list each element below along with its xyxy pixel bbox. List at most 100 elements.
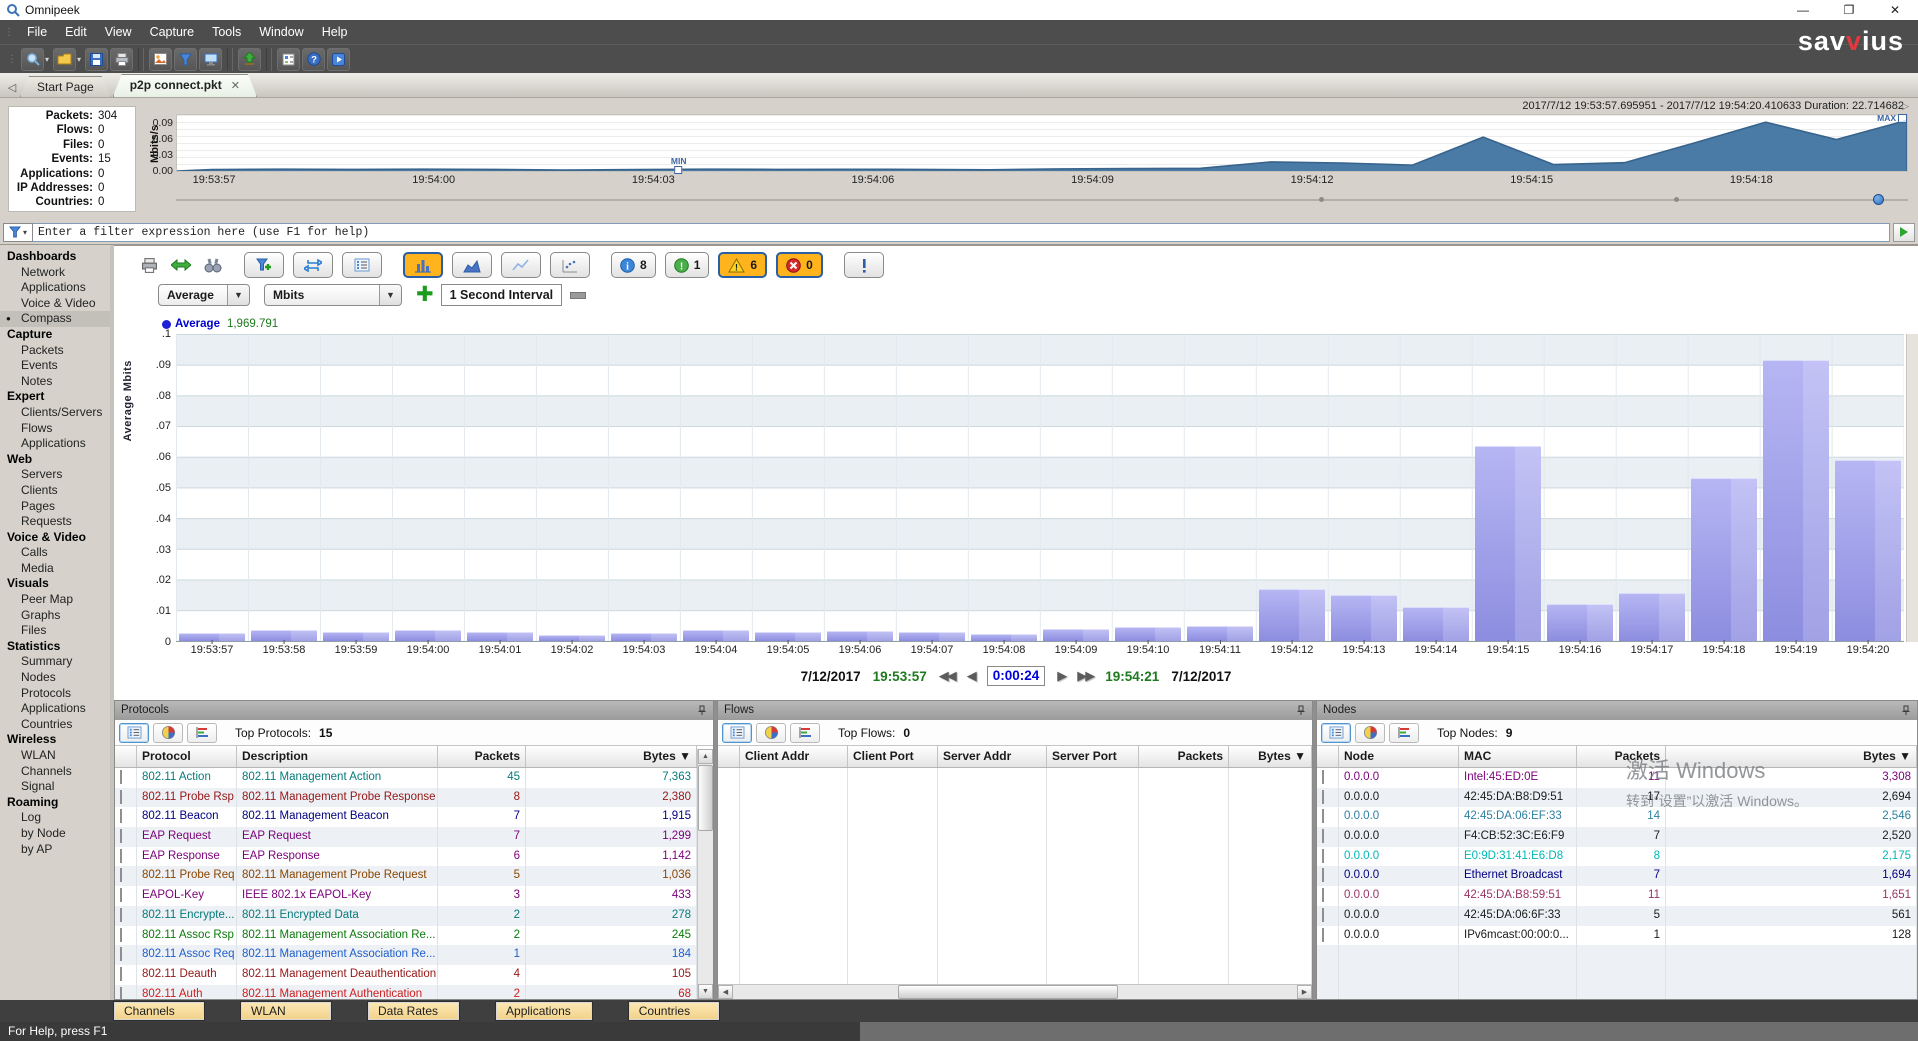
sidebar-item-clients-servers[interactable]: Clients/Servers bbox=[0, 405, 110, 421]
row-checkbox[interactable] bbox=[120, 947, 122, 961]
save-button[interactable] bbox=[85, 48, 108, 71]
view-list-button[interactable] bbox=[1321, 723, 1351, 743]
sidebar-item-by-node[interactable]: by Node bbox=[0, 826, 110, 842]
stats-button-applications[interactable]: Applications bbox=[496, 1002, 592, 1020]
units-select[interactable]: Mbits▼ bbox=[264, 284, 402, 306]
menu-help[interactable]: Help bbox=[313, 20, 357, 44]
column-header-mac[interactable]: MAC bbox=[1459, 746, 1577, 767]
sidebar-item-applications[interactable]: Applications bbox=[0, 280, 110, 296]
sidebar-item-network[interactable]: Network bbox=[0, 265, 110, 281]
launch-help-button[interactable] bbox=[327, 48, 350, 71]
row-checkbox[interactable] bbox=[120, 809, 122, 823]
table-row[interactable]: 0.0.0.0F4:CB:52:3C:E6:F972,520 bbox=[1317, 827, 1917, 847]
timeline-scrollbar[interactable] bbox=[176, 194, 1908, 206]
timeline-plot[interactable]: MIN MAX ▷ 0.090.060.030.00 bbox=[176, 114, 1908, 172]
zoom-in-button[interactable]: ✚ bbox=[416, 285, 434, 305]
pin-icon[interactable] bbox=[1901, 705, 1911, 716]
pin-icon[interactable] bbox=[1296, 705, 1306, 716]
table-row[interactable]: 0.0.0.042:45:DA:06:6F:335561 bbox=[1317, 906, 1917, 926]
monitor-button[interactable] bbox=[199, 48, 222, 71]
chart-bar[interactable] bbox=[1763, 360, 1829, 641]
scroll-left-icon[interactable]: ◀ bbox=[718, 985, 733, 999]
chart-bar[interactable] bbox=[1835, 460, 1901, 641]
start-page-button[interactable] bbox=[21, 48, 44, 71]
sidebar-item-nodes[interactable]: Nodes bbox=[0, 670, 110, 686]
horizontal-scrollbar[interactable]: ◀▶ bbox=[718, 984, 1312, 999]
capture-options-button[interactable] bbox=[149, 48, 172, 71]
row-checkbox[interactable] bbox=[120, 790, 122, 804]
stats-button-channels[interactable]: Channels bbox=[114, 1002, 204, 1020]
view-bar-button[interactable] bbox=[187, 723, 217, 743]
swap-direction-button[interactable] bbox=[293, 252, 333, 278]
view-pie-button[interactable] bbox=[756, 723, 786, 743]
filter-menu-button[interactable]: ▾ bbox=[3, 223, 33, 242]
sidebar-item-pages[interactable]: Pages bbox=[0, 499, 110, 515]
add-filter-button[interactable] bbox=[244, 252, 284, 278]
row-checkbox[interactable] bbox=[1322, 790, 1324, 804]
sidebar-item-applications[interactable]: Applications bbox=[0, 701, 110, 717]
table-row[interactable]: 0.0.0.0E0:9D:31:41:E6:D882,175 bbox=[1317, 847, 1917, 867]
scroll-thumb[interactable] bbox=[698, 765, 713, 831]
column-header-server-addr[interactable]: Server Addr bbox=[938, 746, 1047, 767]
row-checkbox[interactable] bbox=[120, 987, 122, 999]
sidebar-item-requests[interactable]: Requests bbox=[0, 514, 110, 530]
chart-bar[interactable] bbox=[1475, 446, 1541, 641]
print-button[interactable] bbox=[136, 253, 162, 277]
sidebar-item-countries[interactable]: Countries bbox=[0, 717, 110, 733]
filter-button[interactable] bbox=[174, 48, 197, 71]
view-bar-button[interactable] bbox=[1389, 723, 1419, 743]
stats-button-wlan[interactable]: WLAN bbox=[241, 1002, 331, 1020]
minor-events-button[interactable]: !1 bbox=[665, 252, 710, 278]
row-checkbox[interactable] bbox=[1322, 809, 1324, 823]
sidebar-item-media[interactable]: Media bbox=[0, 561, 110, 577]
menu-capture[interactable]: Capture bbox=[141, 20, 203, 44]
compass-vertical-scrollbar[interactable] bbox=[1906, 334, 1918, 642]
forward-packets-button[interactable] bbox=[168, 253, 194, 277]
sidebar-item-clients[interactable]: Clients bbox=[0, 483, 110, 499]
chart-bar[interactable] bbox=[1259, 589, 1325, 641]
menu-window[interactable]: Window bbox=[250, 20, 312, 44]
timeline-collapse-icon[interactable]: ▷ bbox=[1902, 101, 1909, 112]
row-checkbox[interactable] bbox=[1322, 829, 1324, 843]
table-row[interactable]: 802.11 Encrypte...802.11 Encrypted Data2… bbox=[115, 906, 697, 926]
column-header-client-port[interactable]: Client Port bbox=[848, 746, 938, 767]
stats-button-data-rates[interactable]: Data Rates bbox=[368, 1002, 459, 1020]
column-header-description[interactable]: Description bbox=[237, 746, 438, 767]
sidebar-item-voice-video[interactable]: Voice & Video bbox=[0, 296, 110, 312]
warning-events-button[interactable]: !6 bbox=[718, 252, 767, 278]
table-row[interactable]: 802.11 Action802.11 Management Action457… bbox=[115, 768, 697, 788]
alerts-button[interactable] bbox=[844, 252, 884, 278]
nav-fast-back-button[interactable]: ◀◀ bbox=[939, 668, 955, 684]
chart-type-area-button[interactable] bbox=[452, 252, 492, 278]
row-checkbox[interactable] bbox=[1322, 928, 1324, 942]
pin-icon[interactable] bbox=[697, 705, 707, 716]
view-pie-button[interactable] bbox=[1355, 723, 1385, 743]
open-file-dropdown[interactable]: ▾ bbox=[77, 55, 81, 64]
sidebar-item-graphs[interactable]: Graphs bbox=[0, 608, 110, 624]
row-checkbox[interactable] bbox=[1322, 849, 1324, 863]
open-file-button[interactable] bbox=[53, 48, 76, 71]
row-checkbox[interactable] bbox=[1322, 868, 1324, 882]
row-checkbox[interactable] bbox=[120, 868, 122, 882]
menu-edit[interactable]: Edit bbox=[56, 20, 96, 44]
sidebar-item-servers[interactable]: Servers bbox=[0, 467, 110, 483]
scroll-thumb[interactable] bbox=[898, 985, 1118, 999]
table-row[interactable]: 802.11 Probe Rsp802.11 Management Probe … bbox=[115, 788, 697, 808]
timeline-scroll-knob[interactable] bbox=[1873, 194, 1884, 205]
view-list-button[interactable] bbox=[722, 723, 752, 743]
menu-tools[interactable]: Tools bbox=[203, 20, 250, 44]
timeline-scroll-track[interactable] bbox=[176, 199, 1908, 201]
close-button[interactable]: ✕ bbox=[1872, 0, 1918, 20]
sidebar-item-calls[interactable]: Calls bbox=[0, 545, 110, 561]
minimize-button[interactable]: — bbox=[1780, 0, 1826, 20]
restore-button[interactable]: ❐ bbox=[1826, 0, 1872, 20]
informational-events-button[interactable]: i8 bbox=[611, 252, 656, 278]
sidebar-item-peer-map[interactable]: Peer Map bbox=[0, 592, 110, 608]
row-checkbox[interactable] bbox=[120, 849, 122, 863]
nav-back-button[interactable]: ◀ bbox=[967, 668, 975, 684]
row-checkbox[interactable] bbox=[120, 829, 122, 843]
row-checkbox[interactable] bbox=[120, 928, 122, 942]
options-button[interactable] bbox=[277, 48, 300, 71]
sidebar-item-wlan[interactable]: WLAN bbox=[0, 748, 110, 764]
start-page-dropdown[interactable]: ▾ bbox=[45, 55, 49, 64]
